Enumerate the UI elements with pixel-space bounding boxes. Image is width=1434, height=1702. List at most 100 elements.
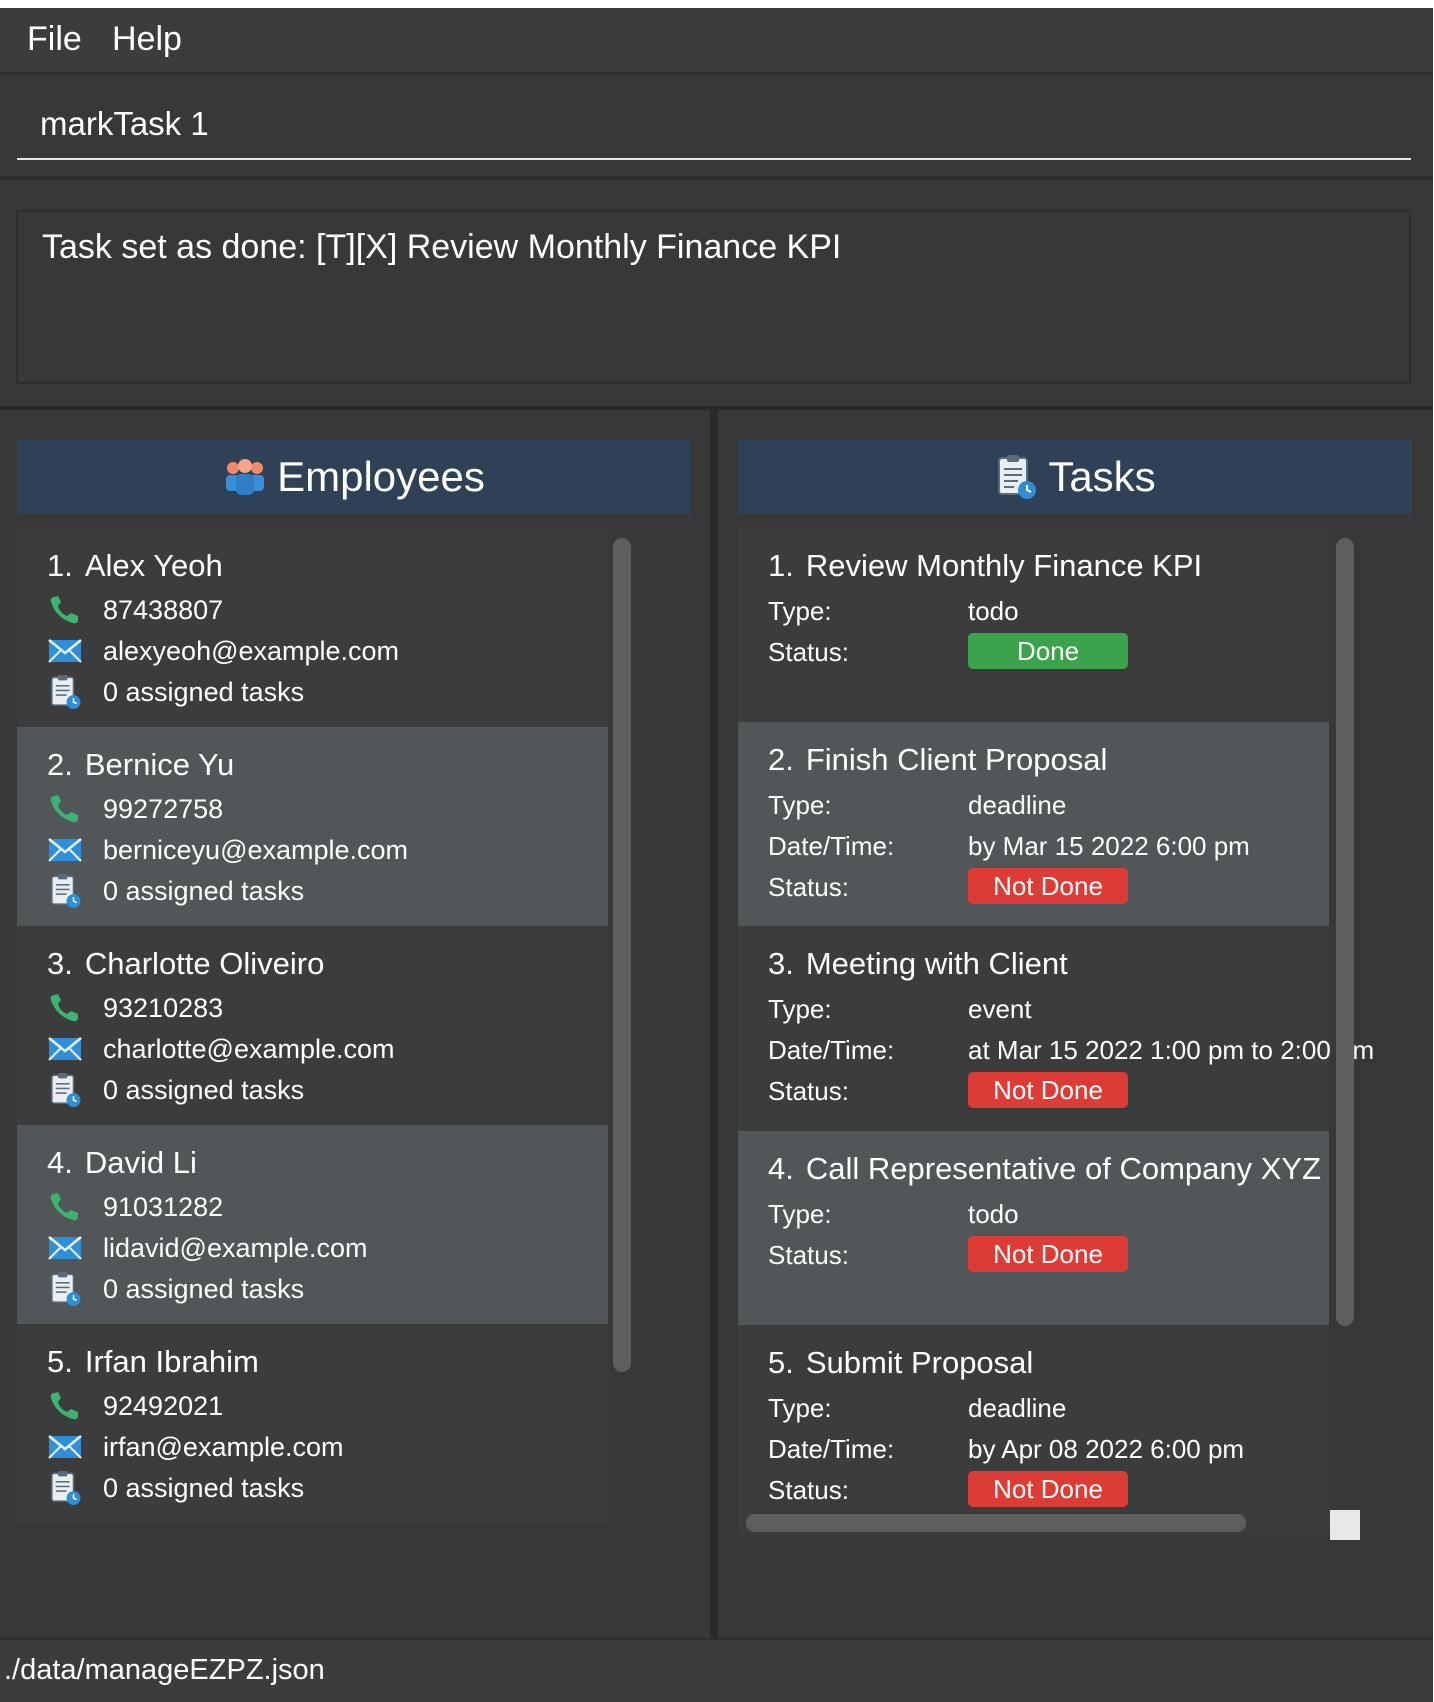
employee-phone-row: 92492021 xyxy=(47,1388,223,1424)
task-card[interactable]: 4. Call Representative of Company XYZ Type… xyxy=(738,1131,1329,1325)
employee-phone: 92492021 xyxy=(103,1390,224,1421)
employee-card[interactable]: 3. Charlotte Oliveiro 93210283 charlotte@ex… xyxy=(17,926,608,1125)
employee-name-row: 2. Bernice Yu xyxy=(47,747,234,783)
menu-file[interactable]: File xyxy=(27,20,82,59)
task-type-label: Type: xyxy=(768,790,832,820)
employee-phone-row: 87438807 xyxy=(47,592,223,628)
employee-email-row: alexyeoh@example.com xyxy=(47,633,399,669)
task-type: todo xyxy=(968,1199,1019,1229)
employee-name: Charlotte Oliveiro xyxy=(84,946,325,981)
employee-phone: 99272758 xyxy=(103,793,224,824)
command-box xyxy=(0,76,1433,180)
employee-card[interactable]: 2. Bernice Yu 99272758 berniceyu@example.co… xyxy=(17,727,608,926)
task-type-label: Type: xyxy=(768,994,832,1024)
task-card[interactable]: 5. Submit Proposal Type: deadline Date/Time:… xyxy=(738,1325,1329,1535)
task-title-row: 2. Finish Client Proposal xyxy=(768,742,1107,778)
task-title: Call Representative of Company XYZ xyxy=(805,1151,1322,1186)
task-list-icon xyxy=(994,454,1038,500)
menu-help[interactable]: Help xyxy=(112,20,182,59)
employee-email: alexyeoh@example.com xyxy=(103,635,400,666)
task-list-icon xyxy=(47,1073,83,1107)
task-datetime-label: Date/Time: xyxy=(768,1035,895,1065)
task-status-label: Status: xyxy=(768,637,849,667)
task-card[interactable]: 1. Review Monthly Finance KPI Type: todo Sta… xyxy=(738,528,1329,722)
task-list-scrollbar[interactable] xyxy=(1336,538,1354,1326)
mail-icon xyxy=(47,1032,83,1066)
employee-card[interactable]: 1. Alex Yeoh 87438807 alexyeoh@example.com 0… xyxy=(17,528,608,727)
phone-icon xyxy=(47,1389,83,1423)
panel-divider[interactable] xyxy=(710,410,718,1638)
employee-email: irfan@example.com xyxy=(103,1431,344,1462)
status-badge: Not Done xyxy=(968,868,1128,904)
task-panel-title: Tasks xyxy=(1048,453,1156,500)
task-list-icon xyxy=(47,874,83,908)
employee-card[interactable]: 5. Irfan Ibrahim 92492021 irfan@example.com… xyxy=(17,1324,608,1523)
task-type-label: Type: xyxy=(768,1393,832,1423)
phone-icon xyxy=(47,991,83,1025)
employee-index: 1. xyxy=(47,548,73,583)
employee-name-row: 3. Charlotte Oliveiro xyxy=(47,946,324,982)
task-title: Finish Client Proposal xyxy=(805,742,1108,777)
task-title: Submit Proposal xyxy=(805,1345,1034,1380)
employee-name: Irfan Ibrahim xyxy=(84,1344,259,1379)
employee-phone-row: 91031282 xyxy=(47,1189,223,1225)
employee-assigned-tasks: 0 assigned tasks xyxy=(103,875,305,906)
status-badge: Done xyxy=(968,633,1128,669)
task-status-label: Status: xyxy=(768,1240,849,1270)
employee-index: 4. xyxy=(47,1145,73,1180)
task-datetime: by Mar 15 2022 6:00 pm xyxy=(968,831,1250,861)
employee-phone: 93210283 xyxy=(103,992,224,1023)
employee-email-row: berniceyu@example.com xyxy=(47,832,408,868)
employee-list[interactable]: 1. Alex Yeoh 87438807 alexyeoh@example.com 0… xyxy=(17,528,691,1626)
task-list-icon xyxy=(47,1272,83,1306)
task-card[interactable]: 2. Finish Client Proposal Type: deadline Dat… xyxy=(738,722,1329,926)
mail-icon xyxy=(47,833,83,867)
task-status-label: Status: xyxy=(768,1475,849,1505)
task-index: 4. xyxy=(768,1151,794,1186)
employee-name-row: 4. David Li xyxy=(47,1145,197,1181)
task-type: deadline xyxy=(968,1393,1067,1423)
task-list-icon xyxy=(47,675,83,709)
employee-phone-row: 93210283 xyxy=(47,990,223,1026)
save-file-path: ./data/manageEZPZ.json xyxy=(4,1654,325,1686)
employee-assigned-tasks-row: 0 assigned tasks xyxy=(47,1271,304,1307)
task-datetime: by Apr 08 2022 6:00 pm xyxy=(968,1434,1245,1464)
status-badge: Not Done xyxy=(968,1236,1128,1272)
employee-email-row: lidavid@example.com xyxy=(47,1230,368,1266)
status-badge: Not Done xyxy=(968,1471,1128,1507)
people-icon xyxy=(223,457,267,497)
phone-icon xyxy=(47,593,83,627)
result-display: Task set as done: [T][X] Review Monthly … xyxy=(16,210,1411,384)
task-type-label: Type: xyxy=(768,1199,832,1229)
task-title: Review Monthly Finance KPI xyxy=(805,548,1203,583)
menu-bar: File Help xyxy=(0,8,1433,74)
employee-email: berniceyu@example.com xyxy=(103,834,409,865)
task-card[interactable]: 3. Meeting with Client Type: event Date/Time… xyxy=(738,926,1374,1131)
employee-assigned-tasks-row: 0 assigned tasks xyxy=(47,873,304,909)
task-datetime-label: Date/Time: xyxy=(768,831,895,861)
task-datetime-label: Date/Time: xyxy=(768,1434,895,1464)
task-datetime: at Mar 15 2022 1:00 pm to 2:00 pm xyxy=(968,1035,1375,1065)
task-type: event xyxy=(968,994,1032,1024)
employee-name: Alex Yeoh xyxy=(84,548,223,583)
task-index: 3. xyxy=(768,946,794,981)
command-input[interactable] xyxy=(17,90,1411,160)
task-type-label: Type: xyxy=(768,596,832,626)
task-panel-header: Tasks xyxy=(738,440,1412,514)
task-index: 2. xyxy=(768,742,794,777)
status-bar: ./data/manageEZPZ.json xyxy=(0,1638,1433,1702)
employee-assigned-tasks: 0 assigned tasks xyxy=(103,676,305,707)
employee-phone: 87438807 xyxy=(103,594,224,625)
phone-icon xyxy=(47,792,83,826)
employee-card[interactable]: 4. David Li 91031282 lidavid@example.com 0 a… xyxy=(17,1125,608,1324)
task-title-row: 5. Submit Proposal xyxy=(768,1345,1033,1381)
task-list-horizontal-scrollbar[interactable] xyxy=(746,1514,1246,1532)
task-list-icon xyxy=(47,1471,83,1505)
task-list[interactable]: 1. Review Monthly Finance KPI Type: todo Sta… xyxy=(738,528,1412,1626)
employee-list-scrollbar[interactable] xyxy=(613,538,631,1372)
employee-email: charlotte@example.com xyxy=(103,1033,395,1064)
employee-name: David Li xyxy=(84,1145,197,1180)
task-type: deadline xyxy=(968,790,1067,820)
employee-index: 5. xyxy=(47,1344,73,1379)
mail-icon xyxy=(47,1430,83,1464)
